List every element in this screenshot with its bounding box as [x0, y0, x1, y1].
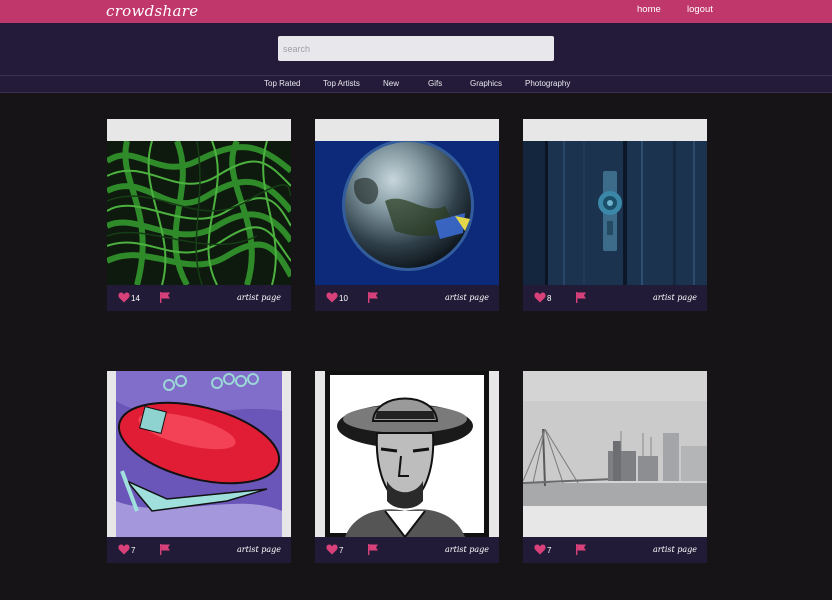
heart-icon[interactable] [326, 544, 338, 555]
category-nav: Top Rated Top Artists New Gifs Graphics … [0, 75, 832, 93]
heart-icon[interactable] [534, 544, 546, 555]
like-count: 10 [339, 294, 348, 303]
heart-icon[interactable] [118, 544, 130, 555]
image-card: 7 artist page [107, 371, 291, 563]
card-image-blue-door[interactable] [523, 141, 707, 285]
artist-page-link[interactable]: artist page [237, 545, 281, 554]
card-action-bar: 8 artist page [523, 285, 707, 311]
top-bar: crowdshare home logout [0, 0, 832, 23]
nav-top-rated[interactable]: Top Rated [264, 79, 300, 88]
nav-graphics[interactable]: Graphics [470, 79, 502, 88]
artist-page-link[interactable]: artist page [237, 293, 281, 302]
card-image-foggy-bridge[interactable] [523, 371, 707, 537]
like-count: 7 [339, 546, 344, 555]
search-input[interactable] [278, 36, 554, 61]
card-image-red-knife[interactable] [107, 371, 291, 537]
image-card: 7 artist page [315, 371, 499, 563]
flag-icon[interactable] [367, 292, 379, 303]
flag-icon[interactable] [367, 544, 379, 555]
image-card: 14 artist page [107, 119, 291, 311]
card-image-earth[interactable] [315, 141, 499, 285]
nav-new[interactable]: New [383, 79, 399, 88]
like-count: 7 [547, 546, 552, 555]
flag-icon[interactable] [159, 544, 171, 555]
like-count: 8 [547, 294, 552, 303]
flag-icon[interactable] [575, 544, 587, 555]
artist-page-link[interactable]: artist page [445, 293, 489, 302]
nav-gifs[interactable]: Gifs [428, 79, 442, 88]
card-action-bar: 10 artist page [315, 285, 499, 311]
home-link[interactable]: home [637, 4, 661, 15]
image-card: 8 artist page [523, 119, 707, 311]
heart-icon[interactable] [534, 292, 546, 303]
flag-icon[interactable] [159, 292, 171, 303]
card-action-bar: 7 artist page [107, 537, 291, 563]
card-action-bar: 7 artist page [523, 537, 707, 563]
logout-link[interactable]: logout [687, 4, 713, 15]
like-count: 7 [131, 546, 136, 555]
card-image-cowboy[interactable] [315, 371, 499, 537]
like-count: 14 [131, 294, 140, 303]
heart-icon[interactable] [118, 292, 130, 303]
card-image-green-swirl[interactable] [107, 141, 291, 285]
artist-page-link[interactable]: artist page [653, 545, 697, 554]
nav-photography[interactable]: Photography [525, 79, 570, 88]
card-action-bar: 7 artist page [315, 537, 499, 563]
image-card: 7 artist page [523, 371, 707, 563]
heart-icon[interactable] [326, 292, 338, 303]
image-card: 10 artist page [315, 119, 499, 311]
logo[interactable]: crowdshare [106, 2, 198, 20]
artist-page-link[interactable]: artist page [445, 545, 489, 554]
card-action-bar: 14 artist page [107, 285, 291, 311]
artist-page-link[interactable]: artist page [653, 293, 697, 302]
nav-top-artists[interactable]: Top Artists [323, 79, 360, 88]
flag-icon[interactable] [575, 292, 587, 303]
